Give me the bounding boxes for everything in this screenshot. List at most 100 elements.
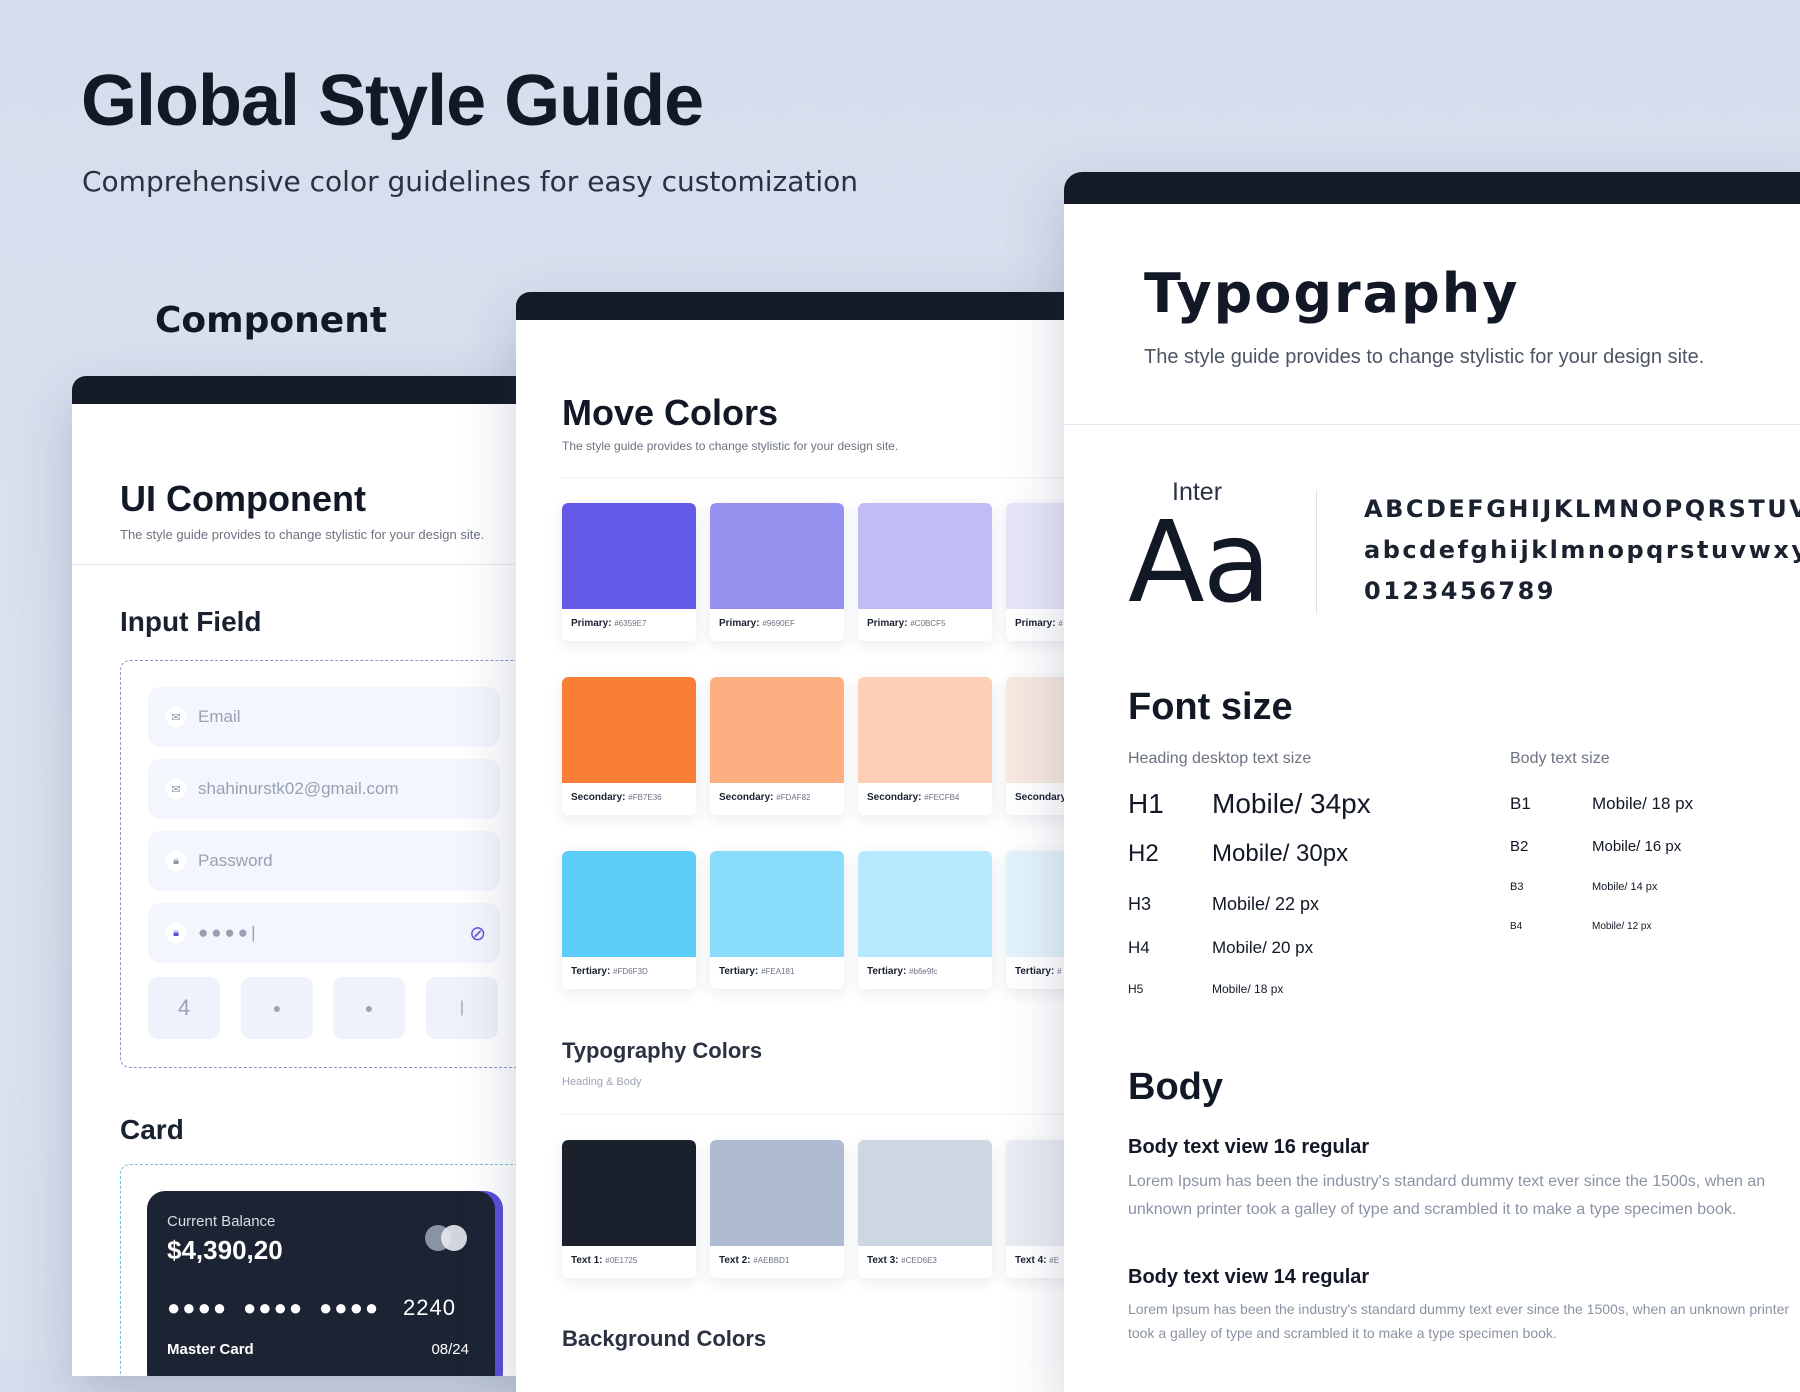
swatch-code: # [1057,967,1062,976]
swatch-code: #FECFB4 [924,793,960,802]
heading-size-caption: Heading desktop text size [1128,750,1312,767]
font-size-heading: Font size [1128,686,1293,728]
color-swatch[interactable]: Primary: #C0BCF5 [858,503,992,641]
body-label: B3 [1510,881,1524,893]
swatch-color [710,503,844,609]
swatch-name: Secondary [1015,792,1067,803]
email-field[interactable]: ✉ Email [148,687,500,747]
ui-component-description: The style guide provides to change styli… [120,527,485,542]
background-colors-heading: Background Colors [562,1326,767,1351]
body-size: Mobile/ 16 px [1592,838,1682,855]
font-sample: Aa [1128,498,1271,628]
swatch-color [710,851,844,957]
color-swatch[interactable]: Text 1: #0E1725 [562,1140,696,1278]
divider [562,1114,1076,1115]
heading-size: Mobile/ 20 px [1212,938,1314,957]
color-swatch[interactable]: Text 3: #CED6E3 [858,1140,992,1278]
mastercard-logo-icon [441,1225,467,1251]
input-field-heading: Input Field [120,606,262,637]
swatch-name: Tertiary: [867,966,907,977]
heading-size: Mobile/ 22 px [1212,894,1320,914]
body-size: Mobile/ 18 px [1592,794,1694,813]
swatch-code: #9690EF [762,619,795,628]
lowercase-glyphs: abcdefghijklmnopqrstuvwxyz [1364,536,1800,564]
panel-top-bar [1064,172,1800,204]
heading-size: Mobile/ 18 px [1212,982,1284,996]
heading-size: Mobile/ 30px [1212,840,1349,867]
eye-off-icon[interactable]: ⊘ [469,921,486,946]
body16-text: Lorem Ipsum has been the industry's stan… [1128,1173,1766,1218]
otp-digit[interactable]: ● [333,977,405,1039]
body14-text: Lorem Ipsum has been the industry's stan… [1128,1301,1790,1341]
divider [562,477,1076,478]
swatch-code: #FD6F3D [613,967,648,976]
email-value: shahinurstk02@gmail.com [198,779,399,798]
color-swatch[interactable]: Primary: #6359E7 [562,503,696,641]
divider [1316,490,1317,614]
swatch-color [858,851,992,957]
card-number-group: ●●●● [167,1295,229,1320]
color-swatch[interactable]: Primary: #9690EF [710,503,844,641]
body16-title: Body text view 16 regular [1128,1136,1370,1158]
swatch-code: #FEA181 [761,967,795,976]
color-swatch[interactable]: Secondary: #FB7E36 [562,677,696,815]
body-label: B2 [1510,838,1529,855]
card-number-group: ●●●● [243,1295,305,1320]
swatch-name: Tertiary: [719,966,759,977]
color-swatch[interactable]: Tertiary: #b6e9fc [858,851,992,989]
swatch-color [562,503,696,609]
otp-digit[interactable]: ● [241,977,313,1039]
swatch-color [858,677,992,783]
otp-digit[interactable]: 4 [148,977,220,1039]
color-swatch[interactable]: Secondary: #FDAF82 [710,677,844,815]
color-swatch[interactable]: Tertiary: #FEA181 [710,851,844,989]
swatch-name: Secondary: [867,792,922,803]
swatch-code: #C0BCF5 [910,619,946,628]
heading-label: H5 [1128,982,1144,996]
component-panel: UI Component The style guide provides to… [72,376,542,1376]
body-heading: Body [1128,1066,1223,1108]
heading-label: H2 [1128,840,1159,867]
lock-icon: 🔒︎ [166,923,186,943]
swatch-color [562,677,696,783]
typography-colors-subtitle: Heading & Body [562,1076,642,1088]
swatch-name: Primary: [867,618,908,629]
swatch-code: #6359E7 [614,619,647,628]
swatch-code: #0E1725 [605,1256,638,1265]
body14-title: Body text view 14 regular [1128,1266,1370,1288]
color-swatch[interactable]: Secondary: #FECFB4 [858,677,992,815]
password-placeholder: Password [198,851,273,870]
bank-card[interactable]: Current Balance $4,390,20 ●●●● ●●●● ●●●●… [147,1191,495,1376]
page-title: Global Style Guide [81,61,704,141]
heading-size: Mobile/ 34px [1212,788,1371,819]
colors-panel: Move Colors The style guide provides to … [516,292,1076,1392]
input-field-group: ✉ Email ✉ shahinurstk02@gmail.com 🔒︎ Pas… [120,660,542,1068]
email-filled-field[interactable]: ✉ shahinurstk02@gmail.com [148,759,500,819]
password-filled-field[interactable]: 🔒︎ ●●●●| ⊘ [148,903,500,963]
mail-icon: ✉ [166,779,186,799]
typography-description: The style guide provides to change styli… [1144,346,1705,368]
uppercase-glyphs: ABCDEFGHIJKLMNOPQRSTUVWXYZ [1364,495,1800,523]
swatch-color [858,503,992,609]
color-swatch[interactable]: Tertiary: #FD6F3D [562,851,696,989]
card-expiry: 08/24 [431,1341,469,1358]
divider [1064,424,1800,425]
page-subtitle: Comprehensive color guidelines for easy … [82,165,859,198]
card-number-group: ●●●● [319,1295,381,1320]
otp-digit[interactable]: | [426,977,498,1039]
body-size: Mobile/ 12 px [1592,921,1652,932]
card-name: Master Card [167,1341,254,1358]
password-field[interactable]: 🔒︎ Password [148,831,500,891]
heading-label: H4 [1128,938,1150,957]
heading-label: H3 [1128,894,1152,914]
swatch-color [562,1140,696,1246]
swatch-name: Primary: [1015,618,1056,629]
colors-description: The style guide provides to change styli… [562,439,899,453]
color-swatch[interactable]: Text 2: #AEBBD1 [710,1140,844,1278]
mail-icon: ✉ [166,707,186,727]
swatch-color [710,677,844,783]
swatch-code: #FB7E36 [628,793,662,802]
swatch-name: Tertiary: [1015,966,1055,977]
swatch-code: # [1058,619,1063,628]
ui-component-title: UI Component [120,478,366,519]
